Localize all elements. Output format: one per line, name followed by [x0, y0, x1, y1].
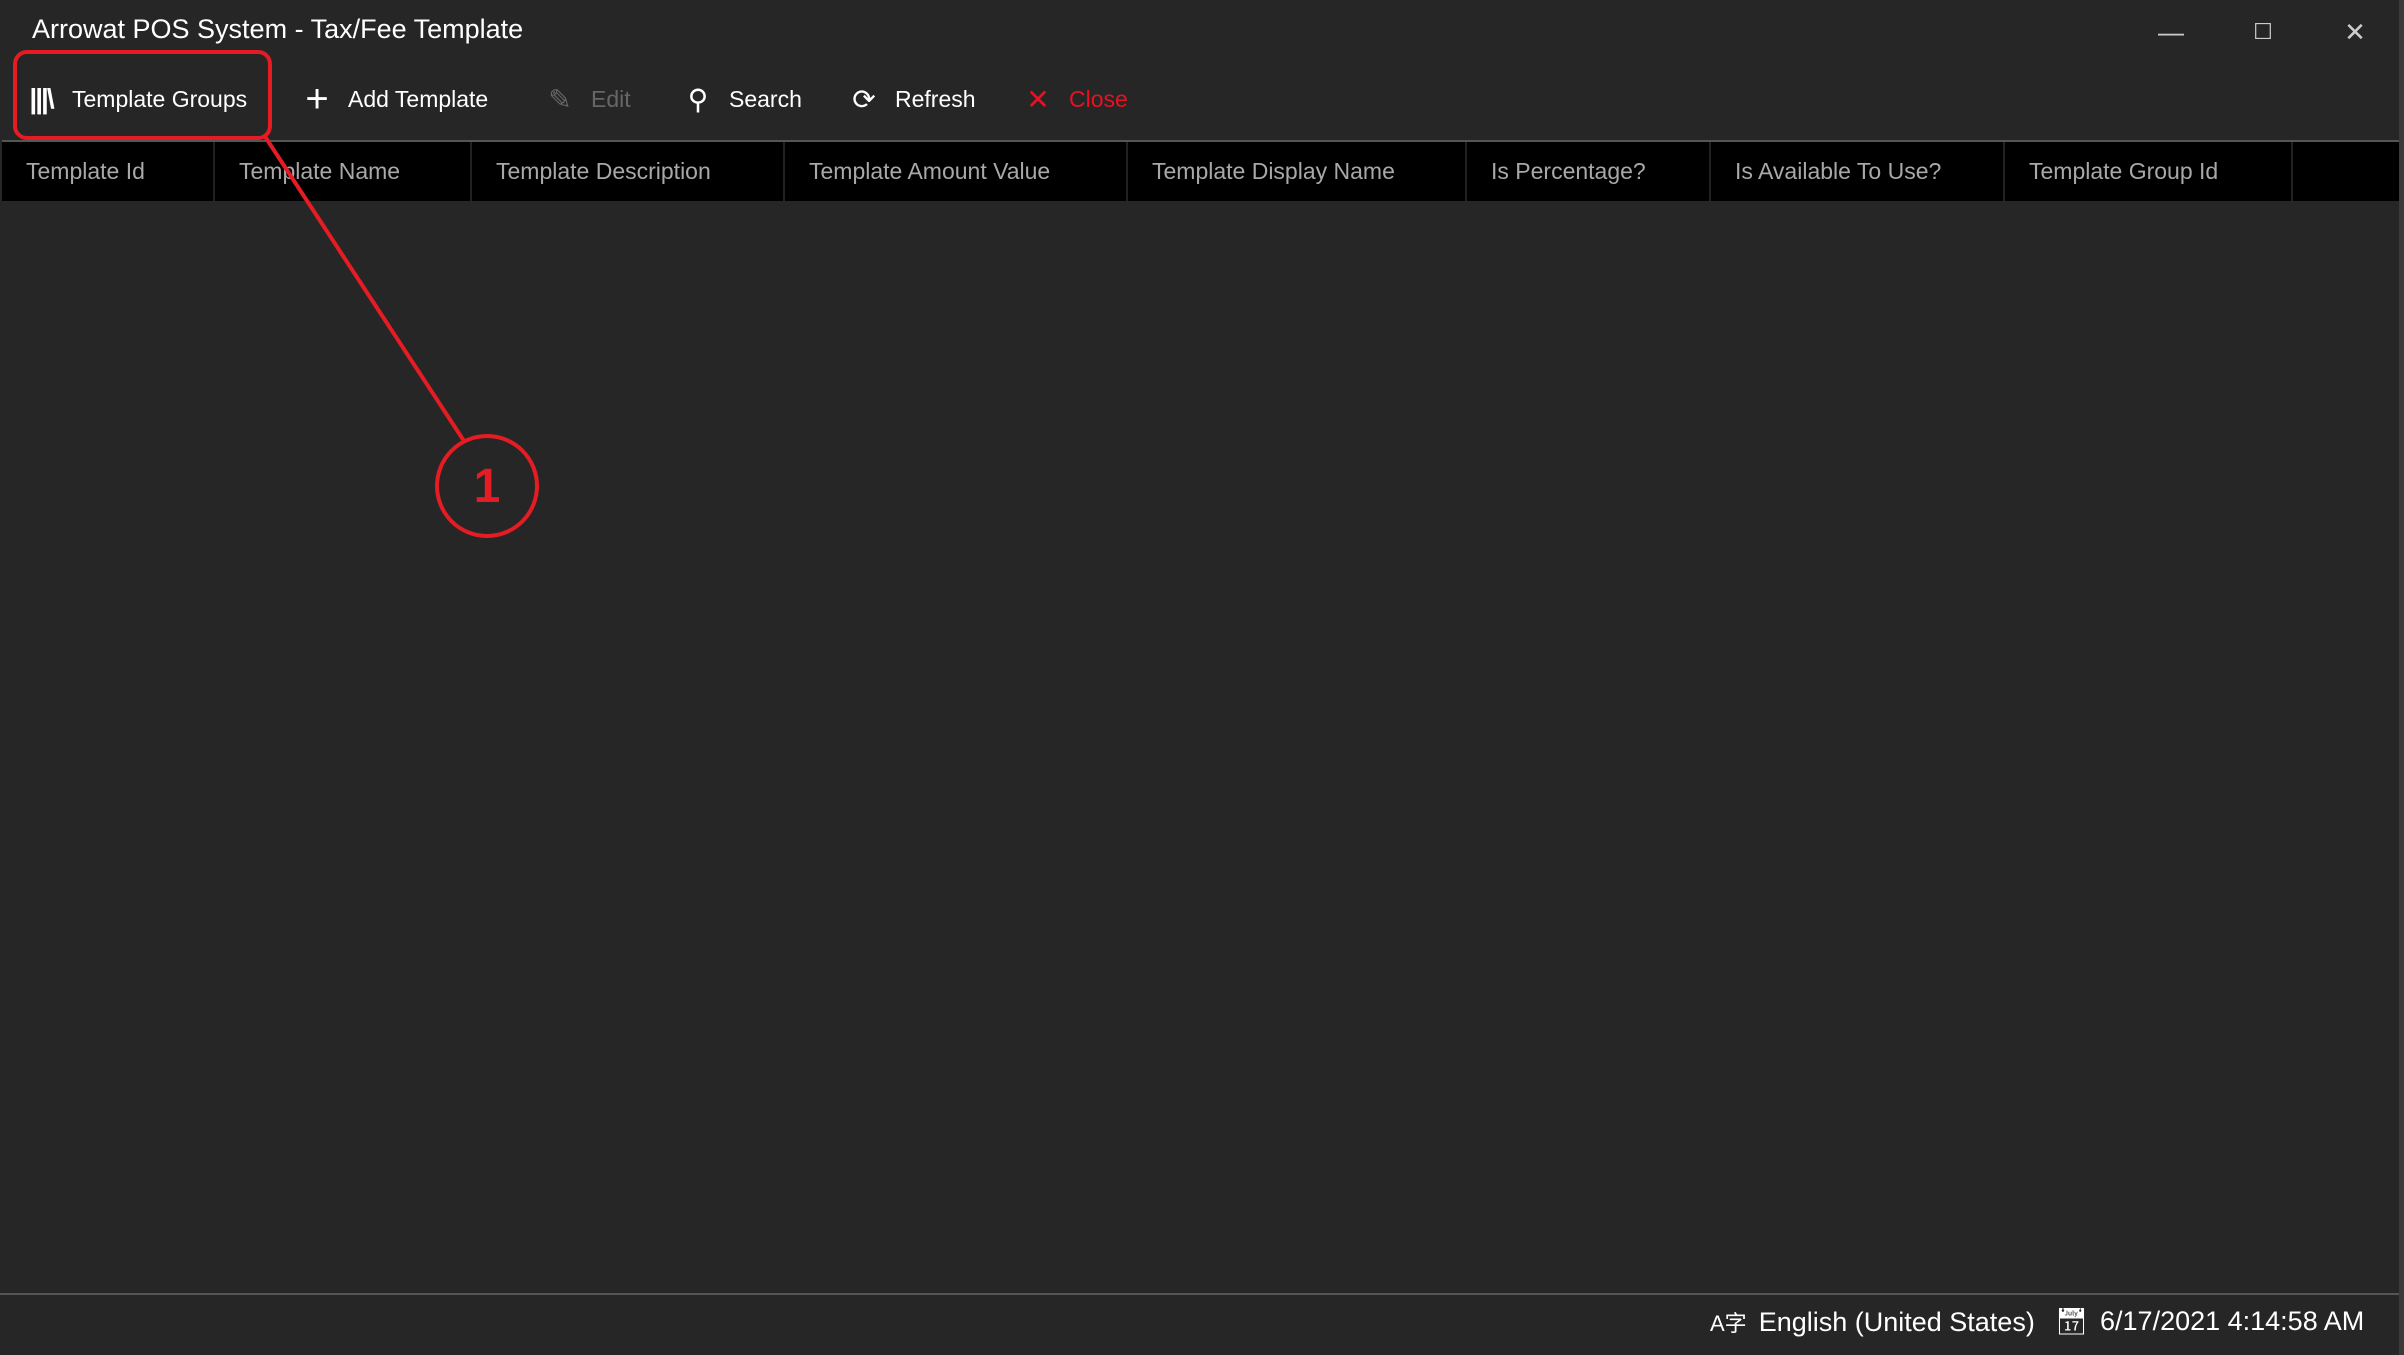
language-icon: A字 — [1710, 1311, 1747, 1336]
datetime-label: 6/17/2021 4:14:58 AM — [2100, 1306, 2365, 1336]
highlight-box — [13, 50, 272, 140]
annotation-overlay: 1 — [13, 50, 539, 538]
callout-line — [262, 133, 466, 443]
callout-number: 1 — [474, 460, 501, 513]
language-indicator: A字 English (United States) — [1710, 1306, 2035, 1338]
datetime-indicator: 📅︎ 6/17/2021 4:14:58 AM — [2055, 1306, 2364, 1337]
window-border — [2399, 0, 2404, 1355]
language-label: English (United States) — [1758, 1306, 2035, 1337]
status-divider — [0, 1293, 2404, 1295]
calendar-icon: 📅︎ — [2055, 1306, 2089, 1336]
